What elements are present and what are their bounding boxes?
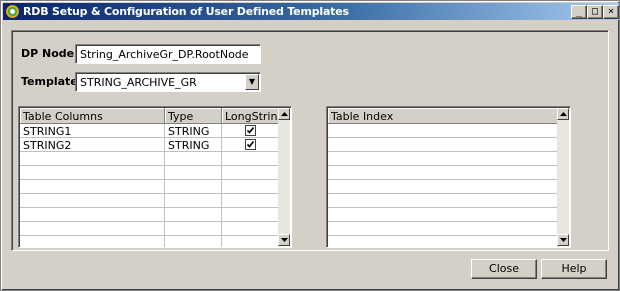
column-name-cell[interactable]	[20, 208, 165, 222]
column-name-cell[interactable]	[20, 166, 165, 180]
scroll-down-button[interactable]	[557, 234, 569, 246]
template-selected-value: STRING_ARCHIVE_GR	[80, 76, 197, 89]
column-type-cell[interactable]	[165, 208, 222, 222]
checkmark-icon	[246, 141, 254, 148]
index-cell[interactable]	[328, 152, 558, 166]
index-table-header: Table Index	[328, 108, 558, 124]
table-row[interactable]	[328, 124, 558, 138]
longstring-checkbox[interactable]	[244, 125, 256, 136]
columns-table-header: Table Columns Type LongString	[20, 108, 279, 124]
longstring-checkbox[interactable]	[244, 139, 256, 150]
column-type-cell[interactable]: STRING	[165, 138, 222, 152]
scroll-up-button[interactable]	[557, 108, 569, 120]
index-cell[interactable]	[328, 166, 558, 180]
table-row[interactable]	[328, 180, 558, 194]
index-cell[interactable]	[328, 138, 558, 152]
index-cell[interactable]	[328, 180, 558, 194]
table-row[interactable]	[328, 236, 558, 247]
column-name-cell[interactable]	[20, 194, 165, 208]
arrow-up-icon	[560, 112, 567, 116]
table-row[interactable]	[20, 166, 279, 180]
table-row[interactable]	[20, 222, 279, 236]
close-button[interactable]: Close	[471, 259, 537, 279]
longstring-cell[interactable]	[222, 180, 279, 194]
arrow-down-icon	[281, 238, 288, 242]
arrow-up-icon	[281, 112, 288, 116]
column-header-name[interactable]: Table Columns	[20, 108, 165, 124]
template-select[interactable]: STRING_ARCHIVE_GR ▼	[75, 72, 261, 92]
longstring-cell[interactable]	[222, 208, 279, 222]
table-row[interactable]	[20, 208, 279, 222]
columns-table-body: STRING1 STRING STRING2 STRING	[20, 124, 279, 247]
column-type-cell[interactable]	[165, 222, 222, 236]
longstring-cell[interactable]	[222, 152, 279, 166]
index-cell[interactable]	[328, 194, 558, 208]
column-name-cell[interactable]: STRING2	[20, 138, 165, 152]
table-row[interactable]	[20, 236, 279, 247]
dp-node-label: DP Node:	[21, 47, 79, 60]
column-name-cell[interactable]	[20, 152, 165, 166]
column-type-cell[interactable]	[165, 166, 222, 180]
columns-table: Table Columns Type LongString STRING1 STR…	[18, 106, 292, 248]
column-name-cell[interactable]	[20, 222, 165, 236]
column-type-cell[interactable]	[165, 194, 222, 208]
maximize-button[interactable]: □	[587, 5, 603, 19]
index-table: Table Index	[326, 106, 571, 248]
table-row[interactable]	[20, 152, 279, 166]
table-row[interactable]	[328, 222, 558, 236]
table-row[interactable]	[328, 194, 558, 208]
column-name-cell[interactable]: STRING1	[20, 124, 165, 138]
dialog-window: RDB Setup & Configuration of User Define…	[0, 0, 620, 291]
longstring-cell[interactable]	[222, 236, 279, 247]
help-button[interactable]: Help	[541, 259, 607, 279]
table-row[interactable]	[328, 138, 558, 152]
column-header-index[interactable]: Table Index	[328, 108, 558, 124]
longstring-cell[interactable]	[222, 222, 279, 236]
table-row[interactable]	[328, 208, 558, 222]
column-name-cell[interactable]	[20, 236, 165, 247]
title-bar[interactable]: RDB Setup & Configuration of User Define…	[3, 3, 619, 20]
table-row[interactable]	[328, 152, 558, 166]
minimize-button[interactable]: _	[571, 5, 587, 19]
column-type-cell[interactable]: STRING	[165, 124, 222, 138]
dp-node-input[interactable]: String_ArchiveGr_DP.RootNode	[75, 44, 261, 64]
column-type-cell[interactable]	[165, 180, 222, 194]
template-label: Template:	[21, 75, 83, 88]
index-cell[interactable]	[328, 124, 558, 138]
longstring-cell[interactable]	[222, 166, 279, 180]
longstring-cell[interactable]	[222, 124, 279, 138]
table-row[interactable]	[20, 180, 279, 194]
table-row[interactable]	[20, 194, 279, 208]
column-type-cell[interactable]	[165, 236, 222, 247]
arrow-down-icon	[560, 238, 567, 242]
index-cell[interactable]	[328, 208, 558, 222]
table-row[interactable]: STRING2 STRING	[20, 138, 279, 152]
scroll-up-button[interactable]	[278, 108, 290, 120]
window-title: RDB Setup & Configuration of User Define…	[23, 5, 349, 18]
column-header-type[interactable]: Type	[165, 108, 222, 124]
app-logo-icon	[6, 5, 19, 18]
column-type-cell[interactable]	[165, 152, 222, 166]
index-cell[interactable]	[328, 236, 558, 247]
longstring-cell[interactable]	[222, 194, 279, 208]
chevron-down-icon[interactable]: ▼	[245, 74, 259, 90]
scroll-down-button[interactable]	[278, 234, 290, 246]
index-table-body	[328, 124, 558, 247]
table-row[interactable]: STRING1 STRING	[20, 124, 279, 138]
close-window-button[interactable]: ×	[603, 5, 619, 19]
table-row[interactable]	[328, 166, 558, 180]
column-header-longstring[interactable]: LongString	[222, 108, 279, 124]
index-table-scrollbar[interactable]	[557, 108, 569, 246]
columns-table-scrollbar[interactable]	[278, 108, 290, 246]
checkmark-icon	[246, 127, 254, 134]
column-name-cell[interactable]	[20, 180, 165, 194]
longstring-cell[interactable]	[222, 138, 279, 152]
index-cell[interactable]	[328, 222, 558, 236]
